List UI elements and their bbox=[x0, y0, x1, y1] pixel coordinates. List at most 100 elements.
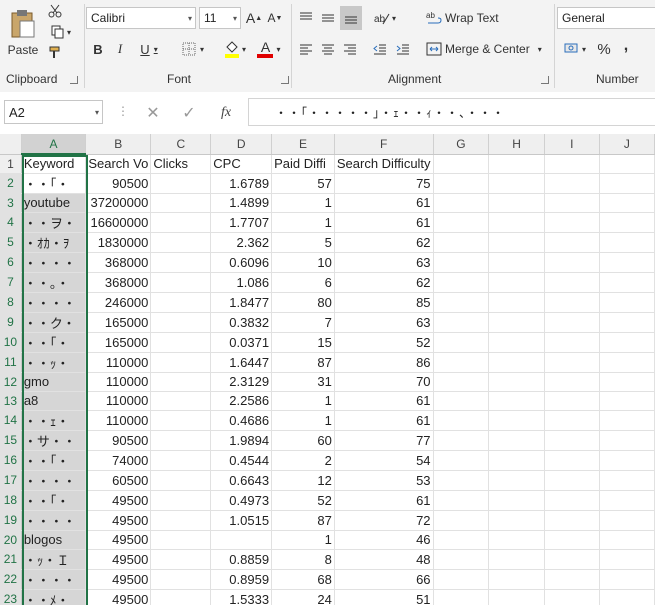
cell[interactable] bbox=[433, 450, 490, 471]
cell[interactable]: 1 bbox=[271, 410, 335, 431]
cell[interactable] bbox=[544, 430, 600, 451]
cell[interactable]: 37200000 bbox=[85, 193, 152, 213]
cell[interactable]: 61 bbox=[334, 391, 434, 411]
borders-button[interactable]: ▾ bbox=[176, 40, 210, 58]
orientation-button[interactable]: ab ▾ bbox=[370, 8, 400, 28]
paste-button[interactable]: Paste bbox=[4, 4, 42, 62]
cell[interactable]: ・・ｯ・ bbox=[21, 352, 87, 373]
cell[interactable] bbox=[433, 490, 490, 511]
cell[interactable]: 60 bbox=[271, 430, 335, 451]
cell[interactable]: ・ｵｶ・ｦ bbox=[21, 232, 87, 253]
cell[interactable]: 0.3832 bbox=[210, 312, 273, 333]
cell[interactable]: 70 bbox=[334, 372, 434, 392]
cell[interactable]: 0.6096 bbox=[210, 252, 273, 273]
cell[interactable] bbox=[599, 352, 655, 373]
enter-button[interactable]: ✓ bbox=[178, 102, 200, 124]
cell[interactable]: 62 bbox=[334, 232, 434, 253]
cell[interactable] bbox=[544, 530, 600, 550]
cell[interactable] bbox=[433, 410, 490, 431]
cell[interactable] bbox=[488, 530, 545, 550]
header-cell[interactable]: Paid Diffi bbox=[271, 154, 335, 174]
cell[interactable]: 87 bbox=[271, 510, 335, 531]
cell[interactable] bbox=[150, 312, 212, 333]
row-header[interactable]: 12 bbox=[0, 372, 22, 392]
cell[interactable]: 0.8859 bbox=[210, 549, 273, 570]
cell[interactable] bbox=[544, 193, 600, 213]
cell[interactable]: 110000 bbox=[85, 352, 152, 373]
cell[interactable]: 74000 bbox=[85, 450, 152, 471]
cell[interactable] bbox=[433, 212, 490, 233]
cell[interactable]: 1.086 bbox=[210, 272, 273, 293]
cell[interactable] bbox=[599, 450, 655, 471]
cell[interactable]: 49500 bbox=[85, 569, 152, 590]
cell[interactable]: ・・ｪ・ bbox=[21, 410, 87, 431]
column-header-b[interactable]: B bbox=[85, 134, 152, 155]
cell[interactable] bbox=[599, 252, 655, 273]
cell[interactable] bbox=[488, 352, 545, 373]
cell[interactable] bbox=[433, 510, 490, 531]
cell[interactable]: 1.6447 bbox=[210, 352, 273, 373]
cell[interactable] bbox=[488, 391, 545, 411]
cell[interactable] bbox=[544, 470, 600, 491]
cell[interactable]: 75 bbox=[334, 173, 434, 194]
cell[interactable] bbox=[433, 272, 490, 293]
merge-center-button[interactable]: Merge & Center ▾ bbox=[426, 39, 548, 59]
cell[interactable]: 46 bbox=[334, 530, 434, 550]
row-header[interactable]: 6 bbox=[0, 252, 22, 273]
cell[interactable] bbox=[433, 391, 490, 411]
cell[interactable] bbox=[433, 470, 490, 491]
cell[interactable] bbox=[599, 232, 655, 253]
cell[interactable] bbox=[488, 272, 545, 293]
cell[interactable]: ・サ・・ bbox=[21, 430, 87, 451]
cell[interactable]: ・・・・ bbox=[21, 292, 87, 313]
cell[interactable]: blogos bbox=[21, 530, 87, 550]
cell[interactable]: 368000 bbox=[85, 252, 152, 273]
cell[interactable]: 61 bbox=[334, 212, 434, 233]
fill-color-button[interactable]: ▾ bbox=[220, 38, 250, 60]
cell[interactable]: 49500 bbox=[85, 549, 152, 570]
cell[interactable]: 368000 bbox=[85, 272, 152, 293]
cell[interactable]: 165000 bbox=[85, 332, 152, 353]
cell[interactable]: 31 bbox=[271, 372, 335, 392]
cell[interactable]: 1 bbox=[271, 530, 335, 550]
row-header[interactable]: 10 bbox=[0, 332, 22, 353]
cell[interactable]: ・・「・ bbox=[21, 490, 87, 511]
shrink-font-button[interactable]: A ▼ bbox=[267, 9, 283, 27]
cell[interactable]: 110000 bbox=[85, 391, 152, 411]
row-header[interactable]: 3 bbox=[0, 193, 22, 213]
row-header[interactable]: 15 bbox=[0, 430, 22, 451]
cell[interactable] bbox=[488, 490, 545, 511]
cell[interactable]: 165000 bbox=[85, 312, 152, 333]
row-header[interactable]: 2 bbox=[0, 173, 22, 194]
row-header[interactable]: 13 bbox=[0, 391, 22, 411]
cell[interactable]: 2.2586 bbox=[210, 391, 273, 411]
cell[interactable]: ・・「・ bbox=[21, 332, 87, 353]
cell[interactable] bbox=[544, 292, 600, 313]
formula-input[interactable]: ・・「・・・・・」・ｪ・・ｨ・・、・・・ bbox=[248, 98, 655, 126]
cell[interactable] bbox=[599, 292, 655, 313]
column-header-e[interactable]: E bbox=[271, 134, 335, 155]
column-header-d[interactable]: D bbox=[210, 134, 273, 155]
cell[interactable] bbox=[599, 372, 655, 392]
cell[interactable]: 49500 bbox=[85, 510, 152, 531]
cell[interactable] bbox=[150, 352, 212, 373]
cell[interactable]: 87 bbox=[271, 352, 335, 373]
cell[interactable] bbox=[433, 292, 490, 313]
cell[interactable]: 2 bbox=[271, 450, 335, 471]
cell[interactable] bbox=[150, 272, 212, 293]
decrease-indent-button[interactable] bbox=[370, 39, 390, 59]
name-box[interactable]: A2 ▾ bbox=[4, 100, 103, 124]
cell[interactable]: 10 bbox=[271, 252, 335, 273]
cell[interactable]: 85 bbox=[334, 292, 434, 313]
cell[interactable]: youtube bbox=[21, 193, 87, 213]
cell[interactable]: 0.4544 bbox=[210, 450, 273, 471]
cell[interactable] bbox=[150, 470, 212, 491]
cell[interactable] bbox=[599, 530, 655, 550]
cell[interactable] bbox=[488, 312, 545, 333]
header-cell[interactable]: Search Vo bbox=[85, 154, 152, 174]
row-header[interactable]: 20 bbox=[0, 530, 22, 550]
cell[interactable] bbox=[599, 490, 655, 511]
cell[interactable] bbox=[488, 430, 545, 451]
cell[interactable]: ・・・・ bbox=[21, 470, 87, 491]
cell[interactable]: 51 bbox=[334, 589, 434, 605]
